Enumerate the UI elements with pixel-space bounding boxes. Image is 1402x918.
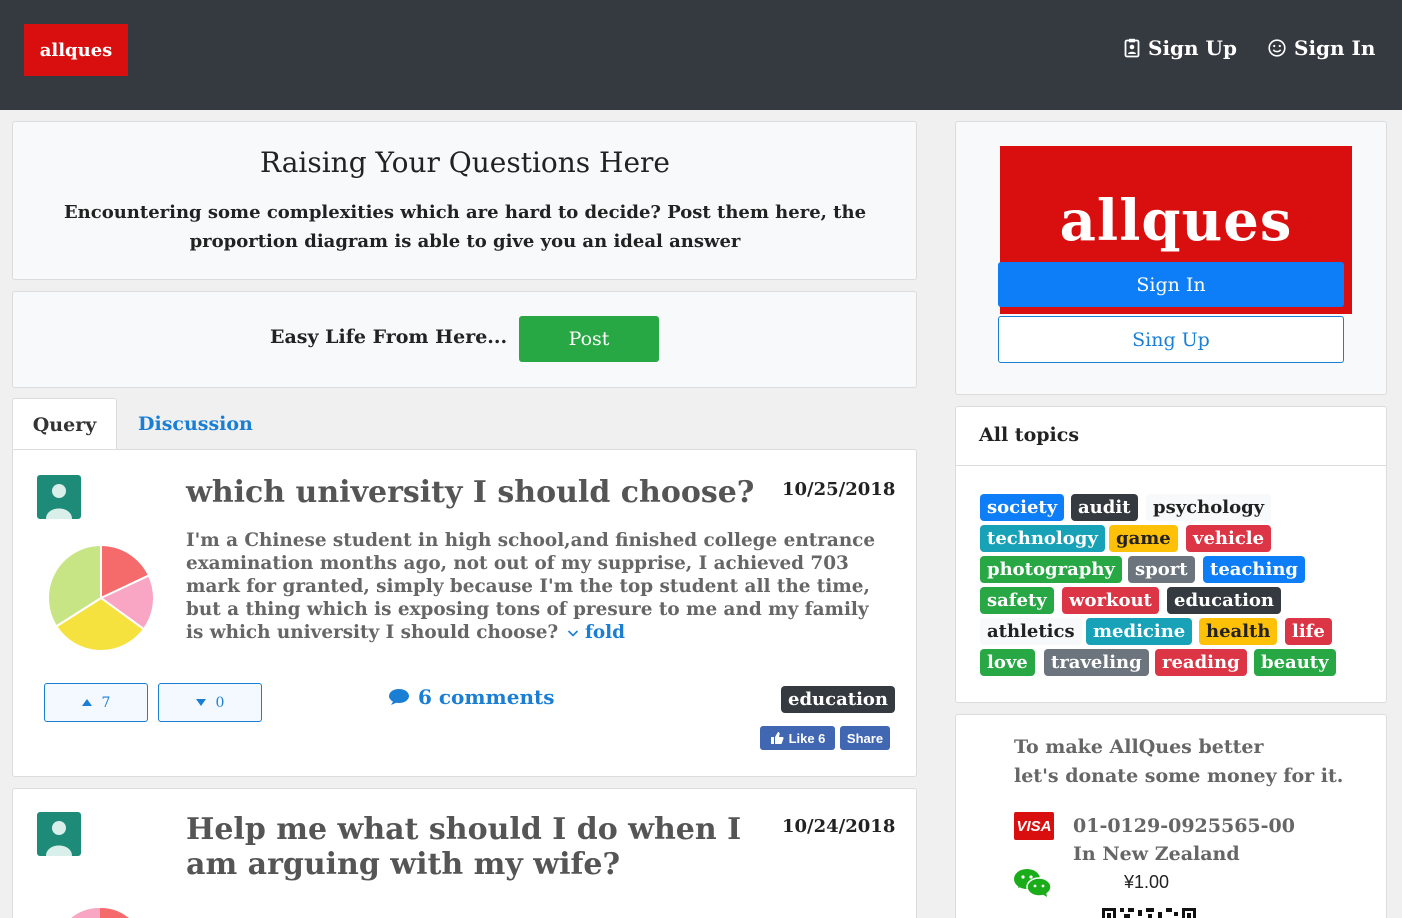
question-body-text: I'm a Chinese student in high school,and… — [186, 530, 876, 643]
smile-icon — [1268, 39, 1286, 57]
like-label: Like 6 — [788, 730, 826, 746]
question-date: 10/24/2018 — [782, 816, 896, 837]
question-body: I'm a Chinese student in high school,and… — [186, 529, 886, 644]
topic-tag-beauty[interactable]: beauty — [1254, 649, 1336, 676]
topic-tag-medicine[interactable]: medicine — [1086, 618, 1193, 645]
facebook-like-button[interactable]: Like 6 — [760, 726, 835, 750]
topics-title: All topics — [979, 424, 1080, 446]
downvote-button[interactable]: 0 — [158, 683, 262, 722]
hero-card: Raising Your Questions Here Encountering… — [12, 121, 917, 280]
topic-tag-technology[interactable]: technology — [980, 525, 1105, 552]
fold-label: fold — [585, 622, 626, 643]
proportion-pie-chart[interactable] — [55, 906, 145, 918]
facebook-share-button[interactable]: Share — [840, 726, 890, 750]
question-title-line: Help me what should I do when I — [186, 812, 742, 847]
brand-logo[interactable]: allques — [24, 24, 128, 76]
comments-label: 6 comments — [418, 685, 555, 709]
donate-message: To make AllQues better let's donate some… — [1014, 733, 1343, 791]
caret-down-icon — [195, 699, 206, 706]
visa-icon: VISA — [1014, 812, 1054, 840]
topic-tag-education[interactable]: education — [1167, 587, 1281, 614]
topic-tag-reading[interactable]: reading — [1155, 649, 1247, 676]
post-bar-card: Easy Life From Here... Post — [12, 291, 917, 388]
nav-signup-label: Sign Up — [1148, 36, 1237, 60]
topic-tag-vehicle[interactable]: vehicle — [1186, 525, 1272, 552]
topic-tag-athletics[interactable]: athletics — [980, 618, 1082, 645]
thumbs-up-icon — [770, 732, 784, 744]
topic-tag-love[interactable]: love — [980, 649, 1035, 676]
post-button[interactable]: Post — [519, 316, 659, 362]
topic-tag-psychology[interactable]: psychology — [1146, 494, 1272, 521]
topics-header: All topics — [955, 406, 1387, 466]
tab-query[interactable]: Query — [12, 398, 117, 450]
question-title-line: am arguing with my wife? — [186, 847, 621, 882]
topic-tag-workout[interactable]: workout — [1062, 587, 1159, 614]
topic-tag-traveling[interactable]: traveling — [1044, 649, 1149, 676]
nav-signin-link[interactable]: Sign In — [1268, 36, 1375, 60]
proportion-pie-chart[interactable] — [46, 543, 156, 653]
donate-line: let's donate some money for it. — [1014, 765, 1344, 787]
wechat-icon — [1014, 869, 1052, 897]
nav-signup-link[interactable]: Sign Up — [1124, 36, 1237, 60]
chevron-down-icon — [567, 630, 578, 637]
topic-tag-society[interactable]: society — [980, 494, 1065, 521]
donate-account: 01-0129-0925565-00 In New Zealand — [1073, 812, 1295, 868]
nav-signin-label: Sign In — [1294, 36, 1376, 60]
comment-icon — [389, 689, 409, 705]
question-title[interactable]: which university I should choose? — [186, 475, 766, 510]
upvote-button[interactable]: 7 — [44, 683, 148, 722]
fold-toggle[interactable]: fold — [565, 622, 625, 643]
user-avatar-icon[interactable] — [37, 812, 81, 856]
sidebar-signin-button[interactable]: Sign In — [998, 262, 1344, 307]
account-number: 01-0129-0925565-00 — [1073, 815, 1295, 837]
navbar: allques Sign Up Sign In — [0, 0, 1402, 110]
comments-link[interactable]: 6 comments — [388, 685, 554, 709]
question-date: 10/25/2018 — [782, 479, 896, 500]
question-title[interactable]: Help me what should I do when I am argui… — [186, 812, 766, 882]
donate-amount: ¥1.00 — [1124, 872, 1170, 892]
hero-subtitle: Encountering some complexities which are… — [63, 202, 867, 252]
user-avatar-icon[interactable] — [37, 475, 81, 519]
topic-tag-sport[interactable]: sport — [1128, 556, 1195, 583]
upvote-count: 7 — [101, 694, 111, 711]
topic-tag-audit[interactable]: audit — [1071, 494, 1138, 521]
topic-tag-safety[interactable]: safety — [980, 587, 1054, 614]
topic-tag-health[interactable]: health — [1199, 618, 1278, 645]
clipboard-user-icon — [1124, 38, 1140, 58]
hero-title: Raising Your Questions Here — [259, 146, 671, 179]
topic-tag-photography[interactable]: photography — [980, 556, 1122, 583]
account-country: In New Zealand — [1073, 843, 1240, 865]
donate-line: To make AllQues better — [1014, 736, 1264, 758]
topic-tag-game[interactable]: game — [1109, 525, 1178, 552]
topic-tag-teaching[interactable]: teaching — [1203, 556, 1305, 583]
post-bar-label: Easy Life From Here... — [270, 326, 508, 348]
tab-discussion[interactable]: Discussion — [138, 398, 253, 450]
question-tag[interactable]: education — [781, 686, 895, 713]
qr-code-icon[interactable] — [1102, 906, 1196, 918]
downvote-count: 0 — [215, 694, 225, 711]
topic-tag-life[interactable]: life — [1285, 618, 1332, 645]
caret-up-icon — [81, 699, 92, 706]
sidebar-signup-button[interactable]: Sing Up — [998, 316, 1344, 363]
